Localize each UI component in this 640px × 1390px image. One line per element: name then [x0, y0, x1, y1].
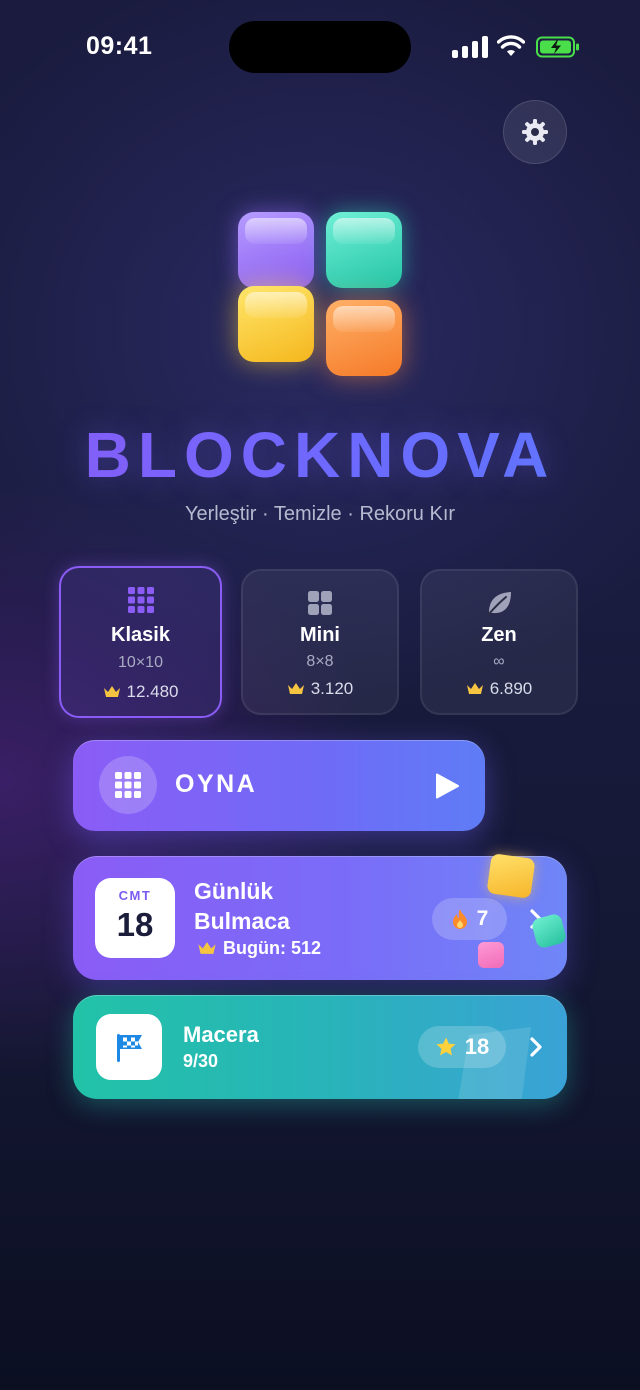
logo-tile-purple — [238, 212, 314, 288]
mode-name: Klasik — [111, 624, 170, 646]
gear-icon — [522, 119, 548, 145]
settings-button[interactable] — [503, 100, 567, 164]
star-icon — [436, 1037, 456, 1056]
play-grid-badge — [99, 756, 157, 814]
mode-score: 12.480 — [61, 682, 220, 702]
grid-2x2-icon — [308, 591, 332, 615]
streak-badge: 7 — [432, 898, 507, 940]
crown-icon — [198, 942, 216, 954]
adventure-card[interactable]: Macera 9/30 18 — [73, 995, 567, 1099]
play-button[interactable]: OYNA — [73, 740, 485, 831]
mode-name: Zen — [481, 624, 517, 646]
adventure-icon-badge — [96, 1014, 162, 1080]
mode-size: 8×8 — [306, 653, 334, 670]
play-label: OYNA — [175, 770, 258, 798]
mode-name: Mini — [300, 624, 340, 646]
wifi-icon — [497, 35, 525, 56]
mode-card-zen[interactable]: Zen ∞ 6.890 — [420, 569, 578, 715]
adventure-progress: 9/30 — [183, 1051, 219, 1071]
mode-score-value: 6.890 — [489, 679, 533, 698]
app-logo — [236, 210, 404, 378]
daily-puzzle-card[interactable]: CMT 18 Günlük Bulmaca Bugün: 512 7 — [73, 853, 568, 980]
status-bar: 09:41 — [0, 0, 640, 96]
stars-count: 18 — [464, 1034, 490, 1059]
chevron-right-icon — [530, 1037, 542, 1057]
signal-icon — [452, 36, 488, 58]
leaf-icon — [487, 592, 511, 616]
decor-block-yellow — [486, 853, 536, 899]
fire-icon — [452, 909, 467, 929]
daily-today-score: Bugün: 512 — [197, 938, 321, 959]
calendar-weekday: CMT — [118, 888, 152, 903]
status-time: 09:41 — [86, 32, 153, 60]
logo-tile-yellow — [238, 286, 314, 362]
daily-title: Günlük Bulmaca — [194, 878, 290, 934]
decor-block-pink — [478, 942, 504, 968]
mode-size: 10×10 — [118, 654, 163, 671]
logo-tile-teal — [326, 212, 402, 288]
mode-card-klasik[interactable]: Klasik 10×10 12.480 — [59, 566, 222, 718]
mode-card-mini[interactable]: Mini 8×8 3.120 — [241, 569, 399, 715]
calendar-badge: CMT 18 — [95, 878, 175, 958]
mode-score-value: 12.480 — [126, 682, 179, 701]
app-title: BLOCKNOVA — [0, 418, 640, 492]
decor-block-teal — [530, 912, 568, 950]
crown-icon — [103, 686, 120, 697]
stars-badge: 18 — [418, 1026, 506, 1068]
grid-icon — [115, 772, 141, 798]
calendar-date: 18 — [116, 906, 154, 943]
mode-score-value: 3.120 — [310, 679, 354, 698]
crown-icon — [466, 683, 483, 694]
battery-icon — [536, 36, 579, 58]
checkered-flag-icon — [117, 1034, 142, 1062]
crown-icon — [287, 683, 304, 694]
mode-score: 3.120 — [243, 679, 397, 699]
streak-count: 7 — [476, 907, 489, 930]
daily-today-label: Bugün: 512 — [223, 938, 322, 958]
dynamic-island — [229, 21, 411, 73]
adventure-title: Macera — [183, 1022, 259, 1047]
play-icon — [436, 773, 459, 799]
mode-score: 6.890 — [422, 679, 576, 699]
grid-3x3-icon — [127, 587, 154, 613]
tagline: Yerleştir · Temizle · Rekoru Kır — [184, 503, 456, 525]
logo-tile-orange — [326, 300, 402, 376]
mode-size: ∞ — [493, 653, 505, 670]
